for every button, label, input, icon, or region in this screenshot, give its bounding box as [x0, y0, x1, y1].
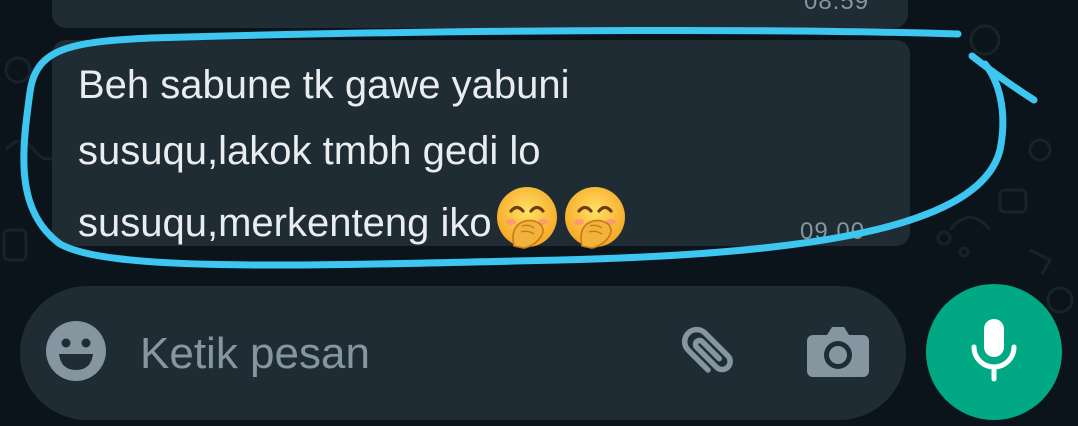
face-with-hand-over-mouth-icon [494, 184, 560, 250]
voice-message-button[interactable] [926, 284, 1062, 420]
paperclip-icon [672, 317, 744, 394]
message-input[interactable] [140, 322, 640, 386]
message-content: Beh sabune tk gawe yabuni susuqu,lakok t… [78, 52, 798, 256]
emoji-button[interactable] [34, 311, 118, 395]
microphone-icon [964, 315, 1024, 390]
previous-message-bubble[interactable] [52, 0, 908, 28]
smiley-icon [43, 318, 109, 389]
message-time: 09.00 [800, 218, 866, 245]
camera-icon [805, 323, 871, 384]
face-with-hand-over-mouth-icon [562, 184, 628, 250]
camera-button[interactable] [794, 316, 882, 390]
attach-button[interactable] [664, 318, 752, 392]
previous-message-time: 08.59 [804, 0, 870, 15]
